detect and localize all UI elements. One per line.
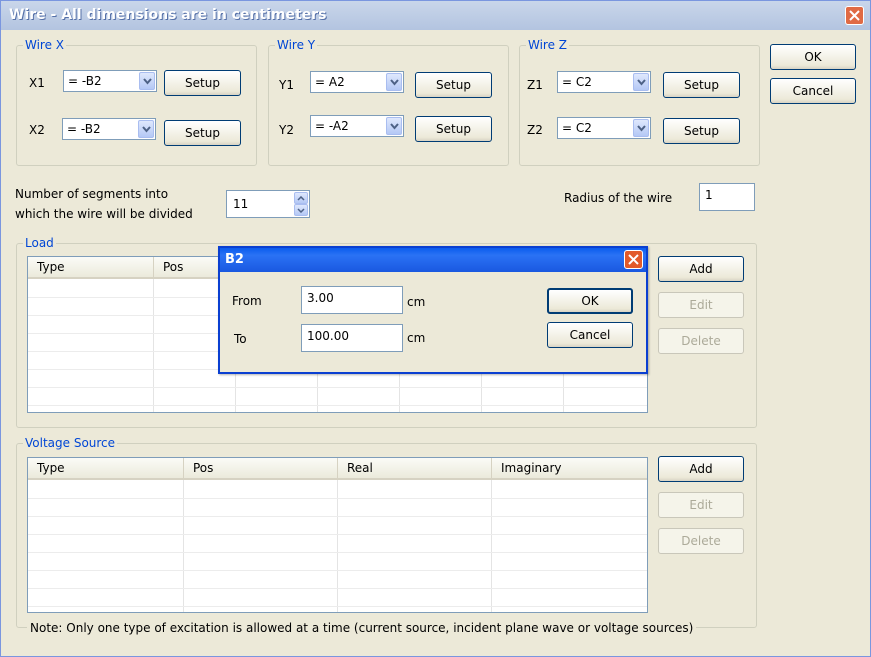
z1-select[interactable]: = C2 bbox=[557, 71, 651, 93]
radius-input[interactable]: 1 bbox=[699, 183, 755, 211]
segments-value: 11 bbox=[233, 197, 249, 211]
b2-dialog-title: B2 bbox=[225, 252, 244, 267]
dialog-cancel-button[interactable]: Cancel bbox=[547, 322, 633, 348]
segments-spin-down[interactable] bbox=[294, 204, 308, 216]
excitation-note: Note: Only one type of excitation is all… bbox=[27, 621, 697, 635]
x1-setup-button[interactable]: Setup bbox=[164, 70, 241, 96]
x2-select[interactable]: = -B2 bbox=[62, 118, 156, 140]
from-value: 3.00 bbox=[307, 291, 334, 305]
y2-setup-button[interactable]: Setup bbox=[415, 116, 492, 142]
window-title: Wire - All dimensions are in centimeters bbox=[9, 7, 327, 23]
x2-label: X2 bbox=[29, 123, 45, 137]
x2-dropdown-arrow[interactable] bbox=[138, 120, 154, 138]
voltage-col-real[interactable]: Real bbox=[338, 458, 492, 478]
ok-button[interactable]: OK bbox=[770, 44, 856, 70]
wire-y-group: Wire Y bbox=[268, 38, 509, 166]
voltage-source-legend: Voltage Source bbox=[25, 436, 116, 450]
to-value: 100.00 bbox=[307, 329, 349, 343]
to-unit: cm bbox=[407, 331, 426, 345]
x1-value: = -B2 bbox=[68, 74, 102, 88]
b2-dialog-title-bar[interactable]: B2 bbox=[220, 248, 646, 272]
voltage-col-pos[interactable]: Pos bbox=[184, 458, 338, 478]
z2-setup-button[interactable]: Setup bbox=[663, 118, 740, 144]
wire-z-group: Wire Z bbox=[519, 38, 760, 166]
from-label: From bbox=[232, 294, 262, 308]
y1-dropdown-arrow[interactable] bbox=[386, 73, 402, 91]
y2-value: = -A2 bbox=[315, 119, 349, 133]
x2-setup-button[interactable]: Setup bbox=[164, 120, 241, 146]
y2-select[interactable]: = -A2 bbox=[310, 115, 404, 137]
z1-label: Z1 bbox=[527, 78, 543, 92]
close-icon bbox=[849, 10, 860, 21]
from-unit: cm bbox=[407, 295, 426, 309]
y2-label: Y2 bbox=[279, 123, 294, 137]
segments-spinner[interactable]: 11 bbox=[226, 190, 310, 218]
chevron-up-icon bbox=[297, 196, 305, 201]
y1-select[interactable]: = A2 bbox=[310, 71, 404, 93]
load-col-type[interactable]: Type bbox=[28, 257, 154, 277]
z2-dropdown-arrow[interactable] bbox=[633, 119, 649, 137]
voltage-delete-button[interactable]: Delete bbox=[658, 528, 744, 554]
z1-value: = C2 bbox=[562, 75, 592, 89]
z1-dropdown-arrow[interactable] bbox=[633, 73, 649, 91]
segments-spin-up[interactable] bbox=[294, 192, 308, 204]
chevron-down-icon bbox=[142, 126, 151, 133]
z1-setup-button[interactable]: Setup bbox=[663, 72, 740, 98]
wire-x-legend: Wire X bbox=[25, 38, 65, 52]
chevron-down-icon bbox=[297, 208, 305, 213]
b2-dialog-close-button[interactable] bbox=[624, 250, 643, 269]
x1-dropdown-arrow[interactable] bbox=[139, 72, 155, 90]
to-input[interactable]: 100.00 bbox=[301, 324, 403, 352]
z2-select[interactable]: = C2 bbox=[557, 117, 651, 139]
window-close-button[interactable] bbox=[845, 6, 864, 25]
chevron-down-icon bbox=[637, 79, 646, 86]
load-add-button[interactable]: Add bbox=[658, 256, 744, 282]
voltage-add-button[interactable]: Add bbox=[658, 456, 744, 482]
chevron-down-icon bbox=[390, 123, 399, 130]
y2-dropdown-arrow[interactable] bbox=[386, 117, 402, 135]
segments-label-line1: Number of segments into bbox=[15, 187, 169, 201]
dialog-ok-button[interactable]: OK bbox=[547, 288, 633, 314]
x2-value: = -B2 bbox=[67, 122, 101, 136]
load-legend: Load bbox=[25, 236, 54, 250]
chevron-down-icon bbox=[390, 79, 399, 86]
load-edit-button[interactable]: Edit bbox=[658, 292, 744, 318]
z2-value: = C2 bbox=[562, 121, 592, 135]
voltage-col-type[interactable]: Type bbox=[28, 458, 184, 478]
chevron-down-icon bbox=[637, 125, 646, 132]
close-icon bbox=[628, 254, 639, 265]
voltage-source-table[interactable]: Type Pos Real Imaginary bbox=[27, 457, 648, 613]
z2-label: Z2 bbox=[527, 123, 543, 137]
voltage-col-imaginary[interactable]: Imaginary bbox=[492, 458, 647, 478]
radius-label: Radius of the wire bbox=[564, 191, 673, 205]
x1-select[interactable]: = -B2 bbox=[63, 70, 157, 92]
y1-label: Y1 bbox=[279, 78, 294, 92]
wire-x-group: Wire X bbox=[16, 38, 257, 166]
b2-dialog: B2 From 3.00 cm To 100.00 cm OK Cancel bbox=[218, 246, 648, 374]
wire-y-legend: Wire Y bbox=[277, 38, 316, 52]
load-delete-button[interactable]: Delete bbox=[658, 328, 744, 354]
y1-setup-button[interactable]: Setup bbox=[415, 72, 492, 98]
x1-label: X1 bbox=[29, 76, 45, 90]
y1-value: = A2 bbox=[315, 75, 345, 89]
radius-value: 1 bbox=[705, 188, 713, 202]
title-bar[interactable]: Wire - All dimensions are in centimeters bbox=[1, 1, 870, 30]
cancel-button[interactable]: Cancel bbox=[770, 78, 856, 104]
segments-label-line2: which the wire will be divided bbox=[15, 207, 193, 221]
wire-z-legend: Wire Z bbox=[528, 38, 568, 52]
chevron-down-icon bbox=[143, 78, 152, 85]
to-label: To bbox=[234, 332, 247, 346]
from-input[interactable]: 3.00 bbox=[301, 286, 403, 314]
voltage-edit-button[interactable]: Edit bbox=[658, 492, 744, 518]
